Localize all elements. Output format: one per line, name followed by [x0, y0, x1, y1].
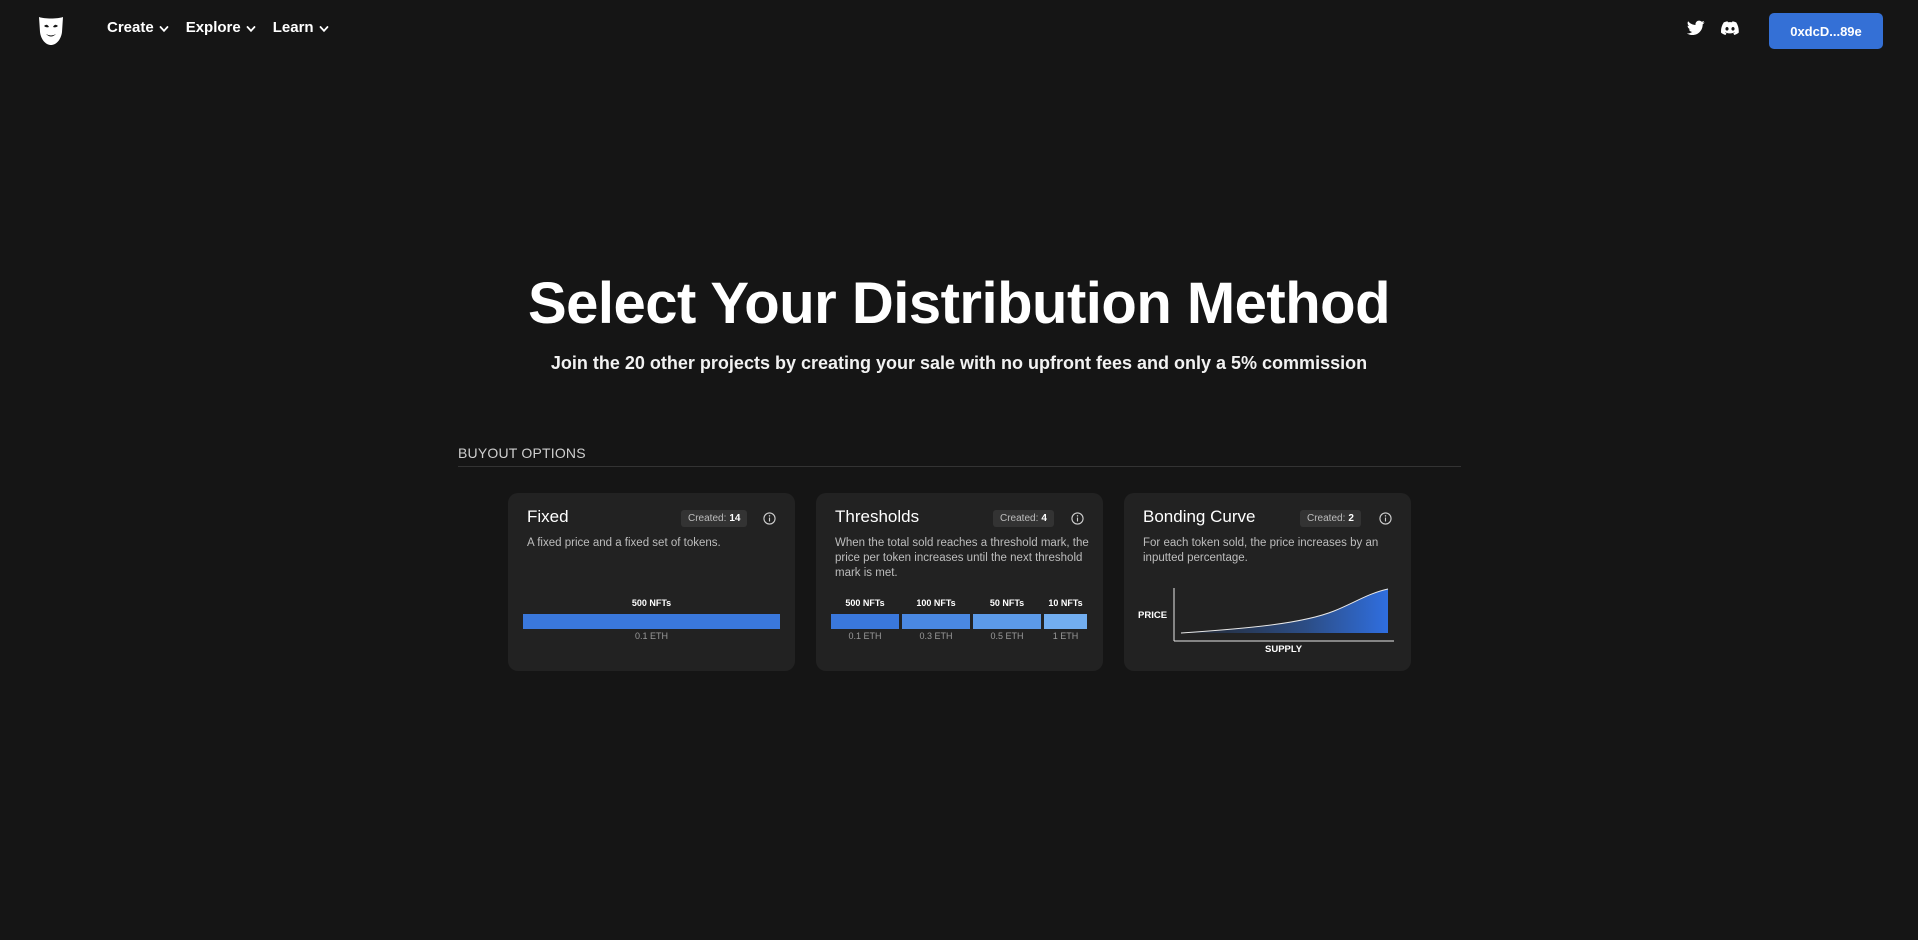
created-label: Created: [688, 513, 727, 524]
card-description: When the total sold reaches a threshold … [835, 537, 1089, 579]
tier-nfts-label: 50 NFTs [989, 598, 1025, 608]
created-label: Created: [1000, 513, 1039, 524]
mask-logo-icon[interactable] [38, 14, 64, 46]
tier-price-label: 0.1 ETH [848, 631, 882, 641]
card-thresholds[interactable]: Thresholds Created: 4 When the total sol… [816, 493, 1103, 671]
nav-menu: Create Explore Learn [107, 19, 346, 36]
y-axis-label: PRICE [1138, 610, 1168, 621]
twitter-icon[interactable] [1687, 20, 1705, 36]
info-icon[interactable] [1071, 512, 1084, 525]
section-label: BUYOUT OPTIONS [458, 445, 586, 461]
card-title: Thresholds [835, 507, 920, 526]
top-nav: Create Explore Learn 0xdcD...89e [0, 0, 1918, 60]
card-bonding-curve[interactable]: Bonding Curve Created: 2 For each token … [1124, 493, 1411, 671]
page-subtitle: Join the 20 other projects by creating y… [550, 353, 1368, 373]
nav-explore-label: Explore [185, 19, 241, 36]
card-fixed[interactable]: Fixed Created: 14 A fixed price and a fi… [508, 493, 795, 671]
created-badge: Created: 4 [993, 510, 1054, 527]
nav-create-label: Create [107, 19, 154, 36]
chevron-down-icon [159, 25, 169, 32]
tier-bar [902, 614, 970, 629]
tier-nfts-label: 10 NFTs [1048, 598, 1083, 608]
tier-price-label: 1 ETH [1052, 631, 1079, 641]
chevron-down-icon [246, 25, 256, 32]
tier-price-label: 0.5 ETH [990, 631, 1024, 641]
chevron-down-icon [319, 25, 328, 32]
tier-nfts-label: 500 NFTs [631, 598, 672, 608]
tier-bar [973, 614, 1041, 629]
card-title: Fixed [527, 507, 569, 526]
section-divider [458, 466, 1461, 467]
tier-price-label: 0.3 ETH [919, 631, 953, 641]
nav-create[interactable]: Create [107, 19, 169, 36]
page-title: Select Your Distribution Method [527, 271, 1391, 336]
tier-bar [523, 614, 780, 629]
created-count: 14 [729, 513, 741, 524]
card-description: A fixed price and a fixed set of tokens. [527, 537, 721, 549]
tier-nfts-label: 100 NFTs [916, 598, 956, 608]
nav-learn-label: Learn [272, 19, 314, 36]
nav-learn[interactable]: Learn [273, 19, 329, 36]
created-badge: Created: 14 [681, 510, 748, 527]
discord-icon[interactable] [1721, 20, 1739, 36]
tier-bar [831, 614, 899, 629]
nav-explore[interactable]: Explore [186, 19, 256, 36]
tier-nfts-label: 500 NFTs [845, 598, 885, 608]
info-icon[interactable] [763, 512, 776, 525]
wallet-button[interactable]: 0xdcD...89e [1769, 13, 1883, 49]
x-axis-label: SUPPLY [1265, 644, 1303, 655]
created-count: 4 [1041, 513, 1047, 524]
tier-price-label: 0.1 ETH [634, 631, 668, 641]
tier-bar [1044, 614, 1087, 629]
